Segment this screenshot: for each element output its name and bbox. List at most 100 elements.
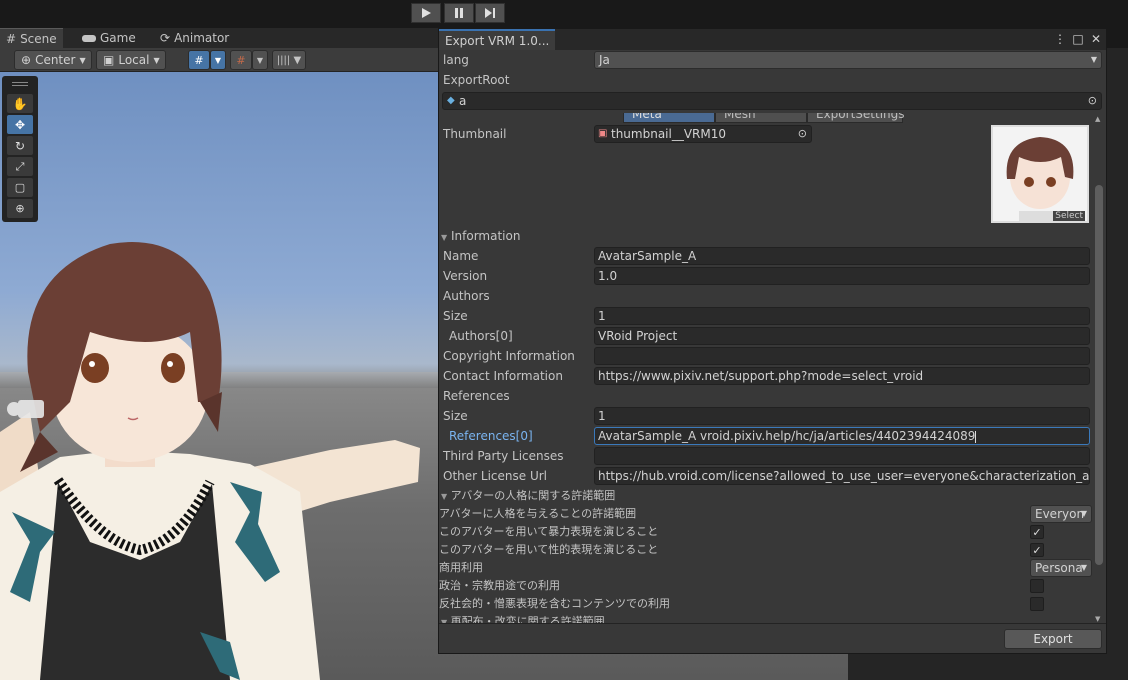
export-window-tab[interactable]: Export VRM 1.0... [439, 29, 555, 50]
step-icon [485, 8, 495, 18]
permission-label: 反社会的・憎悪表現を含むコンテンツでの利用 [439, 597, 670, 610]
personality-dropdown[interactable]: Everyon ▼ [1030, 505, 1092, 523]
third-party-field[interactable] [594, 447, 1090, 465]
tab-animator[interactable]: ⟳ Animator [154, 28, 235, 48]
pause-button[interactable] [444, 3, 474, 23]
tab-mesh[interactable]: Mesh [715, 113, 807, 123]
scene-window-tabs: # Scene Game ⟳ Animator [0, 28, 438, 48]
authors-size-label: Size [443, 309, 468, 323]
checkmark-icon: ✓ [1032, 543, 1042, 557]
export-button[interactable]: Export [1004, 629, 1102, 649]
maximize-icon[interactable]: □ [1072, 31, 1084, 47]
gamepad-icon [82, 34, 96, 42]
tab-game[interactable]: Game [76, 28, 142, 48]
export-vrm-window: Export VRM 1.0... ⋮ □ ✕ lang Ja ▼ Export… [438, 28, 1107, 654]
prefab-icon: ◆ [447, 95, 455, 106]
scale-tool[interactable]: ⤢ [7, 157, 33, 176]
select-label[interactable]: Select [1053, 211, 1085, 221]
contact-label: Contact Information [443, 369, 563, 383]
scroll-down-icon[interactable]: ▼ [1095, 615, 1100, 623]
export-scroll-area[interactable]: Meta Mesh ExportSettings Thumbnail ▣ thu… [439, 113, 1106, 625]
export-footer: Export [439, 623, 1106, 653]
rotate-icon: ↻ [14, 138, 26, 153]
play-button[interactable] [411, 3, 441, 23]
lang-dropdown[interactable]: Ja ▼ [594, 51, 1102, 69]
close-icon[interactable]: ✕ [1090, 31, 1102, 47]
scene-toolbar: ⊕ Center ▼ ▣ Local ▼ # ▼ # ▼ |||| ▼ [0, 48, 438, 72]
more-icon[interactable]: ⋮ [1054, 31, 1066, 47]
hand-tool[interactable]: ✋ [7, 94, 33, 113]
other-license-label: Other License Url [443, 469, 547, 483]
rect-icon: ▢ [14, 181, 26, 194]
antisocial-checkbox[interactable] [1030, 597, 1044, 611]
rect-tool[interactable]: ▢ [7, 178, 33, 197]
top-toolbar [0, 0, 1128, 28]
increment-snap-toggle[interactable]: # [230, 50, 252, 70]
rotate-tool[interactable]: ↻ [7, 136, 33, 155]
chevron-down-icon: ▼ [1090, 55, 1097, 64]
other-license-field[interactable]: https://hub.vroid.com/license?allowed_to… [594, 467, 1090, 485]
cube-icon: ▣ [103, 53, 115, 67]
thumbnail-preview[interactable]: Select [991, 125, 1089, 223]
grid-snap-dropdown[interactable]: ▼ [210, 50, 226, 70]
sexual-checkbox[interactable]: ✓ [1030, 543, 1044, 557]
export-section-tabs: Meta Mesh ExportSettings [623, 113, 905, 125]
authors-size-field[interactable]: 1 [594, 307, 1090, 325]
avatar-permission-foldout[interactable]: ▼ アバターの人格に関する許諾範囲 [441, 487, 615, 505]
permission-label: 政治・宗教用途での利用 [439, 579, 560, 592]
thumbnail-label: Thumbnail [443, 127, 507, 141]
export-window-tabbar: Export VRM 1.0... ⋮ □ ✕ [439, 29, 1106, 50]
thumbnail-image [993, 127, 1087, 221]
vertical-scrollbar[interactable]: ▲ ▼ [1094, 115, 1104, 623]
object-picker-icon[interactable]: ⊙ [1088, 93, 1097, 109]
pause-icon [455, 8, 463, 18]
increment-snap-dropdown[interactable]: ▼ [252, 50, 268, 70]
contact-field[interactable]: https://www.pixiv.net/support.php?mode=s… [594, 367, 1090, 385]
space-dropdown[interactable]: ▣ Local ▼ [96, 50, 166, 70]
hash-icon: # [6, 31, 17, 46]
information-foldout[interactable]: ▼ Information [441, 227, 520, 245]
copyright-label: Copyright Information [443, 349, 575, 363]
grid-snap-toggle[interactable]: # [188, 50, 210, 70]
commercial-usage-dropdown[interactable]: Persona ▼ [1030, 559, 1092, 577]
authors0-field[interactable]: VRoid Project [594, 327, 1090, 345]
chevron-down-icon: ▼ [214, 55, 222, 65]
align-dropdown[interactable]: |||| ▼ [272, 50, 306, 70]
scroll-up-icon[interactable]: ▲ [1095, 115, 1100, 123]
references0-field[interactable]: AvatarSample_A vroid.pixiv.help/hc/ja/ar… [594, 427, 1090, 445]
transform-tool[interactable]: ⊕ [7, 199, 33, 218]
references-size-field[interactable]: 1 [594, 407, 1090, 425]
chevron-down-icon: ▼ [153, 55, 160, 65]
object-picker-icon[interactable]: ⊙ [798, 126, 807, 142]
grid-icon: # [194, 53, 204, 67]
references-label: References [443, 389, 510, 403]
drag-handle[interactable] [12, 82, 28, 86]
scale-icon: ⤢ [15, 159, 25, 173]
export-root-field[interactable]: ◆ a ⊙ [442, 92, 1102, 110]
move-icon: ✥ [14, 117, 26, 132]
pivot-dropdown[interactable]: ⊕ Center ▼ [14, 50, 92, 70]
version-field[interactable]: 1.0 [594, 267, 1090, 285]
chevron-down-icon: ▼ [1080, 509, 1087, 518]
political-checkbox[interactable] [1030, 579, 1044, 593]
tab-export-settings[interactable]: ExportSettings [807, 113, 905, 123]
snap-icon: # [236, 53, 246, 67]
align-icon: |||| ▼ [276, 54, 302, 66]
authors-label: Authors [443, 289, 490, 303]
violence-checkbox[interactable]: ✓ [1030, 525, 1044, 539]
pivot-icon: ⊕ [21, 53, 32, 67]
name-field[interactable]: AvatarSample_A [594, 247, 1090, 265]
copyright-field[interactable] [594, 347, 1090, 365]
scrollbar-thumb[interactable] [1095, 185, 1103, 565]
tab-scene[interactable]: # Scene [0, 28, 63, 48]
transform-icon: ⊕ [15, 202, 25, 215]
permission-label: このアバターを用いて性的表現を演じること [439, 543, 659, 556]
third-party-label: Third Party Licenses [443, 449, 564, 463]
chevron-down-icon: ▼ [1080, 563, 1087, 572]
thumbnail-field[interactable]: ▣ thumbnail__VRM10 ⊙ [594, 125, 812, 143]
step-button[interactable] [475, 3, 505, 23]
authors0-label: Authors[0] [449, 329, 513, 343]
permission-label: 商用利用 [439, 561, 483, 574]
tab-meta[interactable]: Meta [623, 113, 715, 123]
move-tool[interactable]: ✥ [7, 115, 33, 134]
